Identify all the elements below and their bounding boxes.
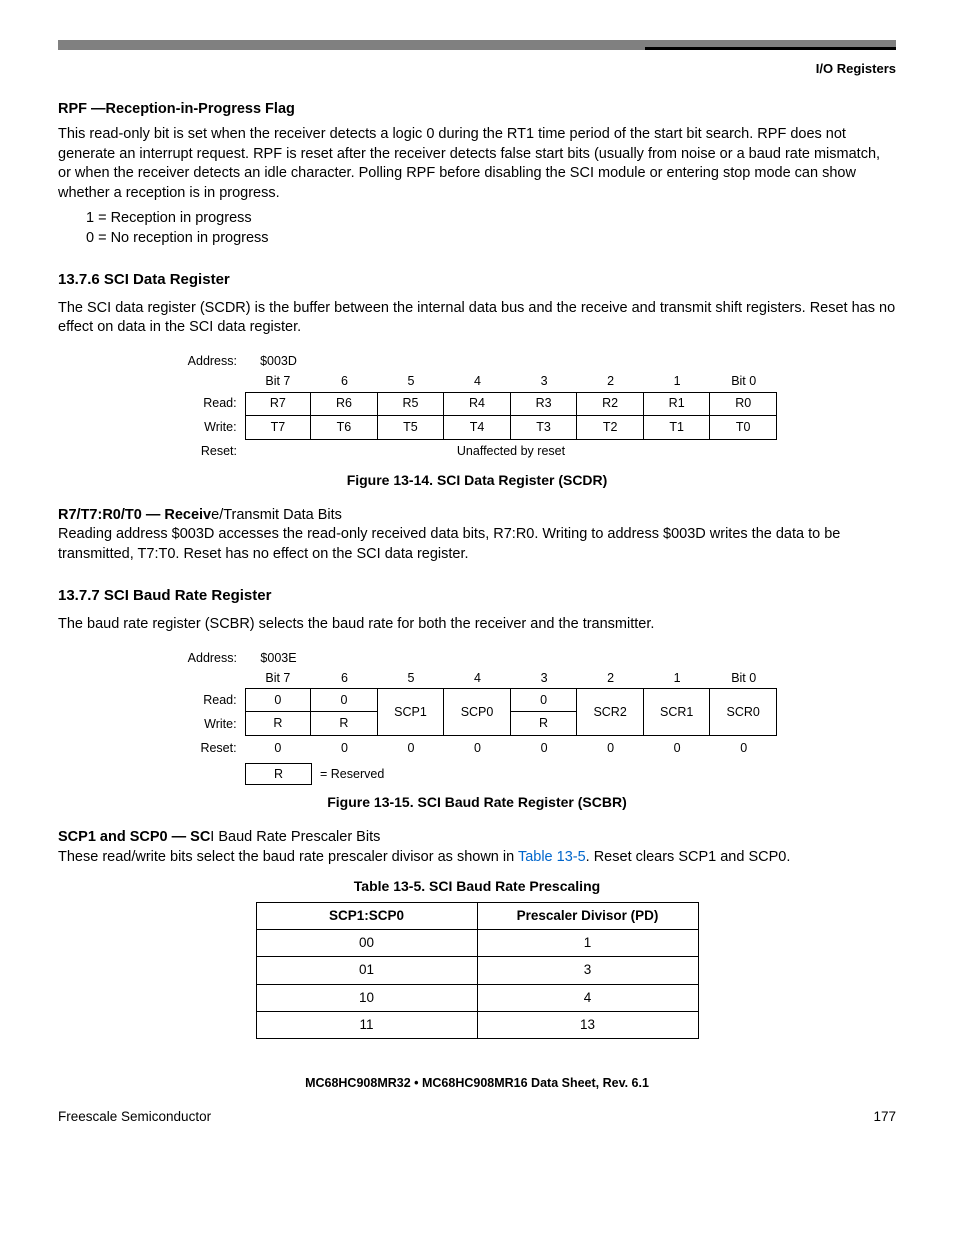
write-cell: T6: [311, 416, 378, 440]
write-cell: T0: [710, 416, 777, 440]
reset-cell: 0: [710, 736, 777, 760]
write-cell: T3: [511, 416, 578, 440]
reset-cell: 0: [511, 736, 578, 760]
footer-doc-title: MC68HC908MR32 • MC68HC908MR16 Data Sheet…: [58, 1075, 896, 1092]
write-cell: R: [311, 712, 378, 736]
read-label: Read:: [177, 688, 245, 712]
figure-13-14: Address: $003D Bit 7 6 5 4 3 2 1 Bit 0 R…: [177, 352, 777, 463]
footer-company: Freescale Semiconductor: [58, 1108, 211, 1126]
body-1377: The baud rate register (SCBR) selects th…: [58, 615, 896, 635]
write-label: Write:: [177, 712, 245, 736]
write-cell: T2: [577, 416, 644, 440]
rpf-body: This read-only bit is set when the recei…: [58, 125, 896, 203]
bit-header: 6: [311, 668, 378, 688]
read-cell: R2: [577, 392, 644, 416]
write-cell: T5: [378, 416, 445, 440]
bit-header: Bit 7: [245, 668, 312, 688]
reserved-symbol: R: [245, 763, 312, 785]
scp-body-a: These read/write bits select the baud ra…: [58, 849, 518, 865]
table-13-5: SCP1:SCP0 Prescaler Divisor (PD) 001 013…: [256, 902, 699, 1039]
bits-title-rest: e/Transmit Data Bits: [211, 507, 342, 523]
read-cell: R1: [644, 392, 711, 416]
figure-13-14-caption: Figure 13-14. SCI Data Register (SCDR): [58, 471, 896, 490]
bits-body: Reading address $003D accesses the read-…: [58, 525, 896, 564]
bit-header: 5: [378, 372, 445, 392]
write-label: Write:: [177, 416, 245, 440]
table-header: SCP1:SCP0: [256, 903, 477, 930]
bit-header: 3: [511, 372, 578, 392]
bit-header: Bit 0: [710, 668, 777, 688]
reset-cell: 0: [245, 736, 312, 760]
bit-header: 2: [577, 668, 644, 688]
read-cell: 0: [245, 688, 312, 712]
table-row: 104: [256, 984, 698, 1011]
table-row: 001: [256, 930, 698, 957]
write-cell: R: [245, 712, 312, 736]
rpf-val1: 1 = Reception in progress: [86, 209, 896, 229]
rpf-val0: 0 = No reception in progress: [86, 229, 896, 249]
read-cell: 0: [511, 688, 578, 712]
table-13-5-caption: Table 13-5. SCI Baud Rate Prescaling: [58, 877, 896, 896]
reset-cell: 0: [378, 736, 445, 760]
read-cell: R6: [311, 392, 378, 416]
bits-desc: R7/T7:R0/T0 — Receive/Transmit Data Bits…: [58, 506, 896, 565]
bit-header: Bit 7: [245, 372, 312, 392]
write-cell: T7: [245, 416, 312, 440]
read-label: Read:: [177, 392, 245, 416]
heading-1376: 13.7.6 SCI Data Register: [58, 270, 896, 290]
write-cell: T4: [444, 416, 511, 440]
reset-cell: 0: [577, 736, 644, 760]
read-cell: R4: [444, 392, 511, 416]
read-cell: R0: [710, 392, 777, 416]
bit-header: 6: [311, 372, 378, 392]
read-cell: R5: [378, 392, 445, 416]
addr-val: $003D: [245, 352, 312, 372]
reset-text: Unaffected by reset: [245, 440, 777, 463]
heading-1377: 13.7.7 SCI Baud Rate Register: [58, 586, 896, 606]
write-cell: T1: [644, 416, 711, 440]
write-cell: R: [511, 712, 578, 736]
bit-header: 1: [644, 372, 711, 392]
scp-body-b: . Reset clears SCP1 and SCP0.: [586, 849, 791, 865]
read-cell: R3: [511, 392, 578, 416]
bits-title-bold: R7/T7:R0/T0 — Receiv: [58, 507, 211, 523]
reserved-label: = Reserved: [320, 766, 384, 783]
reset-label: Reset:: [177, 736, 245, 760]
footer-page-number: 177: [873, 1108, 896, 1126]
rpf-title: RPF —Reception-in-Progress Flag: [58, 101, 295, 117]
body-1376: The SCI data register (SCDR) is the buff…: [58, 299, 896, 338]
header-section: I/O Registers: [58, 60, 896, 78]
bit-header: 4: [444, 372, 511, 392]
bit-header: 2: [577, 372, 644, 392]
bit-header: 3: [511, 668, 578, 688]
table-row: 1113: [256, 1011, 698, 1038]
read-cell: 0: [311, 688, 378, 712]
addr-label: Address:: [177, 648, 245, 668]
reset-cell: 0: [444, 736, 511, 760]
header-rule-black: [645, 47, 896, 50]
reset-label: Reset:: [177, 440, 245, 463]
figure-13-15-caption: Figure 13-15. SCI Baud Rate Register (SC…: [58, 793, 896, 812]
bit-header: 4: [444, 668, 511, 688]
addr-val: $003E: [245, 648, 312, 668]
reset-cell: 0: [311, 736, 378, 760]
addr-label: Address:: [177, 352, 245, 372]
reset-cell: 0: [644, 736, 711, 760]
table-header: Prescaler Divisor (PD): [477, 903, 698, 930]
bit-header: 1: [644, 668, 711, 688]
table-13-5-link[interactable]: Table 13-5: [518, 849, 586, 865]
rpf-block: RPF —Reception-in-Progress Flag This rea…: [58, 100, 896, 249]
scp-title-rest: I Baud Rate Prescaler Bits: [210, 829, 380, 845]
figure-13-15: Address: $003E Bit 7 6 5 4 3 2 1 Bit 0 R…: [177, 648, 777, 785]
bit-header: Bit 0: [710, 372, 777, 392]
scp-desc: SCP1 and SCP0 — SCI Baud Rate Prescaler …: [58, 828, 896, 867]
scp-title-bold: SCP1 and SCP0 — SC: [58, 829, 210, 845]
table-row: 013: [256, 957, 698, 984]
read-cell: R7: [245, 392, 312, 416]
bit-header: 5: [378, 668, 445, 688]
